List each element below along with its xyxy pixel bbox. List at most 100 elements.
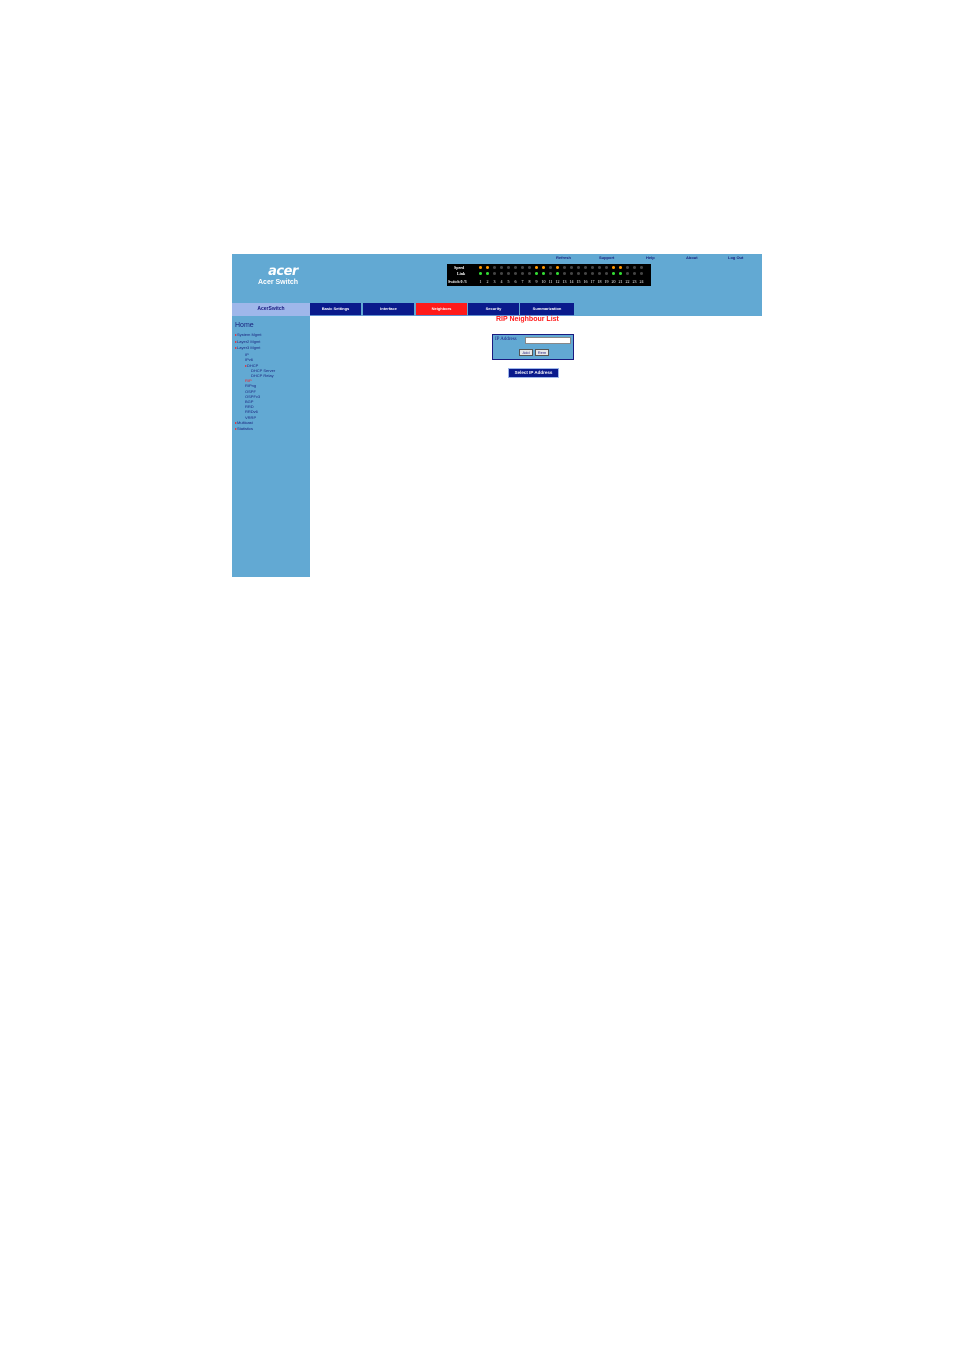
sidebar-item-system-mgmt[interactable]: ▸System Mgmt [235,332,261,337]
ip-address-input[interactable] [525,337,571,344]
sidebar-item-label: System Mgmt [237,332,262,337]
speed-led-icon [570,266,573,269]
tab-basic-settings[interactable]: Basic Settings [310,303,361,316]
link-led-icon [542,272,545,275]
link-led-icon [479,272,482,275]
ip-form: IP Address Add Rem [492,334,574,360]
speed-led-icon [486,266,489,269]
sidebar-item-layer3-mgmt[interactable]: ▸Layer3 Mgmt [235,345,260,350]
port-status-panel: Speed Link Switch 0 /3 1 2 3 4 5 6 7 8 9 10 11 12 13… [447,264,651,286]
port-number: 19 [604,279,609,284]
speed-led-icon [542,266,545,269]
sidebar-item-statistics[interactable]: ▸Statistics [235,426,253,431]
speed-led-icon [577,266,580,269]
help-link[interactable]: Help [646,255,655,260]
sidebar-item-dhcp-relay[interactable]: DHCP Relay [251,373,274,378]
port-number: 4 [500,279,503,284]
tab-interface[interactable]: Interface [363,303,414,316]
sidebar-item-multicast[interactable]: ▸Multicast [235,420,253,425]
app-window: acer Acer Switch Refresh Support Help Ab… [232,254,762,577]
sidebar-item-layer2-mgmt[interactable]: ▸Layer2 Mgmt [235,339,260,344]
select-ip-address-button[interactable]: Select IP Address [508,368,559,378]
link-led-icon [612,272,615,275]
port-number: 8 [528,279,531,284]
link-led-icon [549,272,552,275]
speed-led-icon [605,266,608,269]
sidebar-home-link[interactable]: Home [235,322,254,329]
link-row: Link [447,271,651,277]
sidebar-title: AcerSwitch [232,303,310,316]
speed-led-icon [563,266,566,269]
port-number: 3 [493,279,496,284]
port-number: 18 [597,279,602,284]
port-number: 24 [639,279,644,284]
acer-logo: acer [268,264,298,279]
link-led-icon [521,272,524,275]
port-number: 23 [632,279,637,284]
main-content: RIP Neighbour List IP Address Add Rem Se… [310,316,762,577]
port-number: 2 [486,279,489,284]
link-led-icon [507,272,510,275]
port-number: 15 [576,279,581,284]
link-led-icon [514,272,517,275]
logout-link[interactable]: Log Out [728,255,743,260]
speed-led-icon [556,266,559,269]
link-led-icon [556,272,559,275]
link-led-icon [493,272,496,275]
tab-neighbors[interactable]: Neighbors [416,303,467,316]
port-number: 20 [611,279,616,284]
port-number: 12 [555,279,560,284]
tab-summarization[interactable]: Summarization [520,303,574,316]
top-links: Refresh Support Help About Log Out [548,255,762,263]
page-title: RIP Neighbour List [496,316,559,323]
speed-led-icon [598,266,601,269]
port-number: 14 [569,279,574,284]
header-bar: acer Acer Switch Refresh Support Help Ab… [232,254,762,303]
speed-row: Speed [447,264,651,270]
link-led-icon [633,272,636,275]
speed-label: Speed [454,265,465,270]
speed-led-icon [528,266,531,269]
remove-button[interactable]: Rem [535,349,549,356]
add-button[interactable]: Add [519,349,533,356]
link-led-icon [500,272,503,275]
link-led-icon [577,272,580,275]
speed-led-icon [633,266,636,269]
port-number: 17 [590,279,595,284]
link-label: Link [457,271,466,276]
tab-security[interactable]: Security [468,303,519,316]
speed-led-icon [626,266,629,269]
sidebar: Home ▸System Mgmt ▸Layer2 Mgmt ▸Layer3 Mgm… [232,316,310,577]
speed-led-icon [507,266,510,269]
port-number: 9 [535,279,538,284]
link-led-icon [528,272,531,275]
switch-label: Switch 0 /3 [448,279,467,284]
port-number: 11 [548,279,553,284]
speed-led-icon [584,266,587,269]
port-number-row: Switch 0 /3 1 2 3 4 5 6 7 8 9 10 11 12 13 14 15 16 17 18 1… [447,278,651,284]
link-led-icon [535,272,538,275]
about-link[interactable]: About [686,255,698,260]
link-led-icon [486,272,489,275]
speed-led-icon [591,266,594,269]
sidebar-item-label: Multicast [237,419,253,425]
port-number: 1 [479,279,482,284]
ip-address-label: IP Address [495,337,517,342]
link-led-icon [584,272,587,275]
link-led-icon [640,272,643,275]
support-link[interactable]: Support [599,255,614,260]
port-number: 7 [521,279,524,284]
sidebar-item-label: DHCP Relay [251,372,274,378]
link-led-icon [619,272,622,275]
port-number: 21 [618,279,623,284]
speed-led-icon [521,266,524,269]
port-number: 16 [583,279,588,284]
refresh-link[interactable]: Refresh [556,255,571,260]
speed-led-icon [535,266,538,269]
speed-led-icon [612,266,615,269]
link-led-icon [598,272,601,275]
link-led-icon [626,272,629,275]
link-led-icon [563,272,566,275]
speed-led-icon [514,266,517,269]
sidebar-item-label: Statistics [237,426,254,432]
